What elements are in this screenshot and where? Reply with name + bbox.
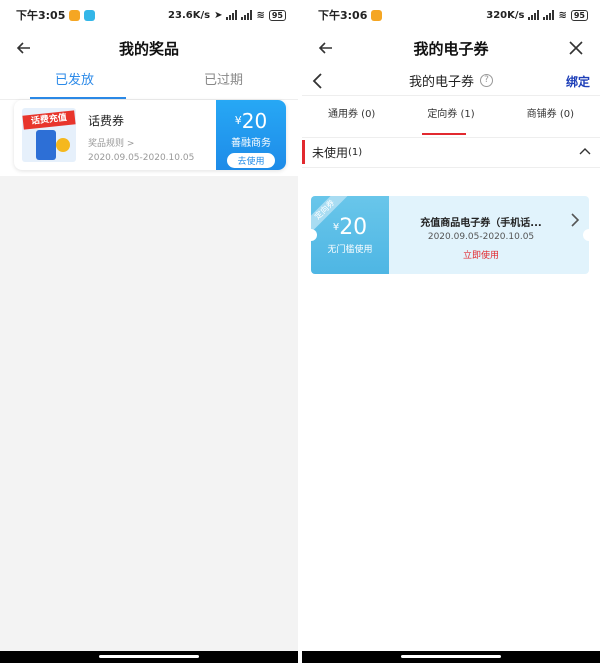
tab-shop[interactable]: 商铺券 (0) <box>501 96 600 137</box>
battery-icon: 95 <box>570 9 588 21</box>
back-arrow-icon[interactable] <box>14 38 34 58</box>
back-arrow-icon[interactable] <box>316 38 336 58</box>
prize-tabs: 已发放 已过期 <box>0 66 298 100</box>
tab-general[interactable]: 通用券 (0) <box>302 96 401 137</box>
coupon-notch-right <box>583 229 589 241</box>
help-icon[interactable]: ? <box>480 74 493 87</box>
prizes-screen: 下午3:05 23.6K/s ➤ ≋ 95 我的奖品 已发放 已过期 话费充值 … <box>0 0 298 663</box>
phone-icon <box>36 130 56 160</box>
coupon-card[interactable]: 定向券 ¥20 无门槛使用 充值商品电子券（手机话... 2020.09.05-… <box>311 196 589 274</box>
coupon-subbar: 我的电子券 ? 绑定 <box>302 66 600 96</box>
prize-merchant: 善融商务 <box>231 138 271 149</box>
status-bar: 下午3:05 23.6K/s ➤ ≋ 95 <box>0 0 298 30</box>
chevron-left-icon[interactable] <box>310 72 326 90</box>
tab-targeted[interactable]: 定向券 (1) <box>401 96 500 137</box>
signal-icon <box>226 10 238 20</box>
coupon-date: 2020.09.05-2020.10.05 <box>427 232 535 242</box>
coupon-condition: 无门槛使用 <box>327 245 373 255</box>
prize-value-panel: ¥20 善融商务 去使用 <box>216 100 286 170</box>
coupon-tabs: 通用券 (0) 定向券 (1) 商铺券 (0) <box>302 96 600 138</box>
status-time: 下午3:06 <box>318 9 368 22</box>
coupon-value-panel: 定向券 ¥20 无门槛使用 <box>311 196 389 274</box>
location-icon: ➤ <box>214 9 223 21</box>
network-speed: 320K/s <box>486 9 525 21</box>
signal-icon <box>528 10 540 20</box>
prize-image-banner: 话费充值 <box>22 110 76 130</box>
section-count: (1) <box>348 147 363 158</box>
tab-expired[interactable]: 已过期 <box>149 66 298 99</box>
battery-icon: 95 <box>268 9 286 21</box>
signal-2-icon <box>543 10 555 20</box>
home-indicator[interactable] <box>302 651 600 663</box>
chevron-right-icon[interactable] <box>569 212 581 228</box>
wifi-icon: ≋ <box>558 9 567 21</box>
nav-bar: 我的电子券 <box>302 30 600 66</box>
use-now-link[interactable]: 立即使用 <box>401 248 561 261</box>
status-bar: 下午3:06 320K/s ≋ 95 <box>302 0 600 30</box>
subbar-title: 我的电子券 <box>408 75 474 90</box>
tab-issued[interactable]: 已发放 <box>0 66 149 99</box>
page-title: 我的电子券 <box>413 39 489 58</box>
coin-icon <box>56 138 70 152</box>
empty-area <box>0 176 298 651</box>
coupons-screen: 下午3:06 320K/s ≋ 95 我的电子券 我的电子券 ? 绑定 通用券 … <box>302 0 600 663</box>
prize-rule-link[interactable]: 奖品规则 > <box>88 136 134 149</box>
unused-section-header[interactable]: 未使用 (1) <box>302 138 600 168</box>
list-background <box>302 282 600 651</box>
prize-name: 话费券 <box>88 114 125 128</box>
section-label: 未使用 <box>312 146 349 160</box>
coupon-name: 充值商品电子券（手机话... <box>420 218 542 229</box>
prize-image: 话费充值 <box>22 108 76 162</box>
network-speed: 23.6K/s <box>168 9 211 21</box>
notification-icon <box>371 9 383 21</box>
tab-indicator <box>422 133 466 135</box>
section-marker <box>302 140 305 164</box>
chevron-up-icon[interactable] <box>578 144 592 158</box>
screenshot-root: 下午3:05 23.6K/s ➤ ≋ 95 我的奖品 已发放 已过期 话费充值 … <box>0 0 600 663</box>
page-title: 我的奖品 <box>118 39 179 58</box>
wifi-icon: ≋ <box>256 9 265 21</box>
app-notification-icon <box>84 9 96 21</box>
prize-amount: ¥20 <box>234 109 268 133</box>
prize-date: 2020.09.05-2020.10.05 <box>88 153 195 163</box>
prize-card[interactable]: 话费充值 话费券 奖品规则 > 2020.09.05-2020.10.05 ¥2… <box>14 100 286 170</box>
bind-button[interactable]: 绑定 <box>566 73 590 90</box>
home-indicator[interactable] <box>0 651 298 663</box>
use-button[interactable]: 去使用 <box>227 153 275 168</box>
notification-icon <box>69 9 81 21</box>
signal-2-icon <box>241 10 253 20</box>
tab-indicator <box>30 97 126 99</box>
nav-bar: 我的奖品 <box>0 30 298 66</box>
close-icon[interactable] <box>566 38 586 58</box>
status-time: 下午3:05 <box>16 9 66 22</box>
